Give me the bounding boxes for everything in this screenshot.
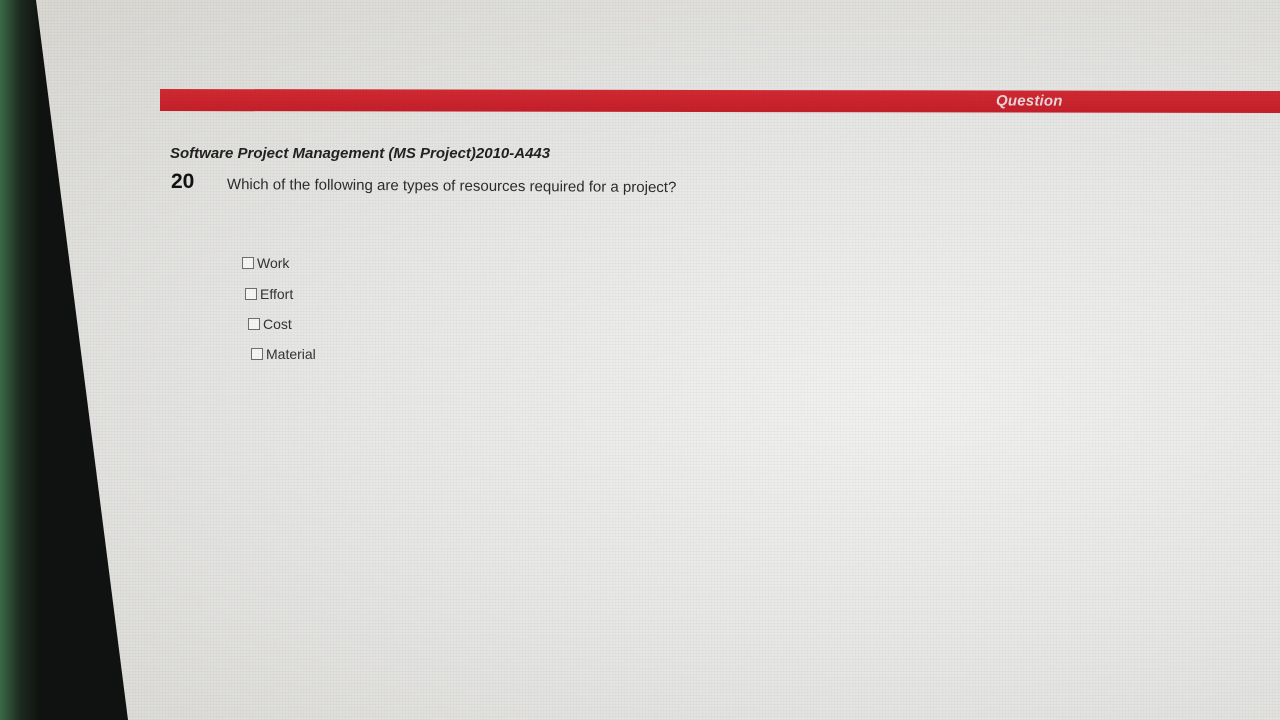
- option-work-checkbox[interactable]: [242, 257, 254, 269]
- option-effort-checkbox[interactable]: [245, 288, 257, 300]
- question-number: 20: [171, 170, 195, 193]
- question-header-label: Question: [996, 92, 1063, 110]
- option-material[interactable]: Material: [251, 346, 316, 362]
- option-work-label: Work: [257, 255, 290, 271]
- question-header-bar: Question: [160, 89, 1280, 113]
- option-work[interactable]: Work: [242, 255, 289, 271]
- question-text: Which of the following are types of reso…: [226, 176, 677, 197]
- course-title: Software Project Management (MS Project)…: [170, 145, 551, 162]
- option-effort-label: Effort: [260, 286, 294, 302]
- option-cost[interactable]: Cost: [248, 316, 292, 332]
- option-material-checkbox[interactable]: [251, 348, 263, 360]
- screen: Question Software Project Management (MS…: [36, 0, 1280, 720]
- option-cost-checkbox[interactable]: [248, 318, 260, 330]
- option-cost-label: Cost: [263, 316, 292, 332]
- option-material-label: Material: [266, 346, 316, 362]
- option-effort[interactable]: Effort: [245, 286, 293, 302]
